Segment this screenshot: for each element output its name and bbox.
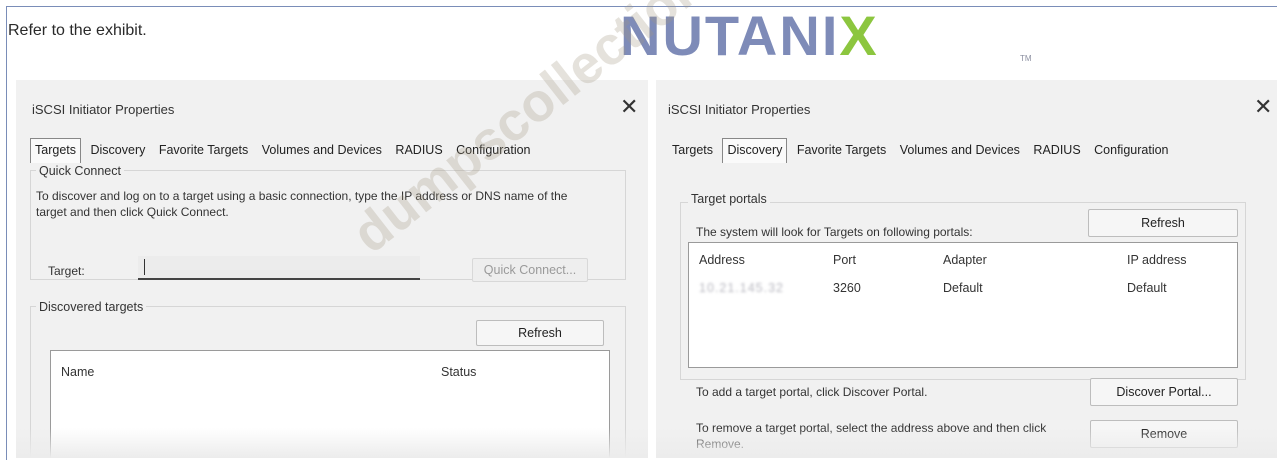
refresh-button[interactable]: Refresh [1088, 209, 1238, 237]
portal-port-cell[interactable]: 3260 [833, 281, 861, 295]
discover-portal-button[interactable]: Discover Portal... [1090, 378, 1238, 406]
target-portals-list[interactable]: Address Port Adapter IP address 10.21.14… [688, 242, 1238, 368]
bottom-fade [656, 428, 1277, 458]
logo-x-mark: X [839, 4, 879, 67]
discover-portal-hint: To add a target portal, click Discover P… [696, 385, 928, 399]
close-icon[interactable]: ✕ [620, 94, 638, 120]
refresh-button[interactable]: Refresh [476, 320, 604, 346]
tab-strip: Targets Discovery Favorite Targets Volum… [668, 138, 1175, 163]
window-title: iSCSI Initiator Properties [668, 102, 811, 117]
tab-targets[interactable]: Targets [30, 138, 81, 163]
nutanix-logo: NUTANIX TM [620, 6, 1040, 66]
target-portals-description: The system will look for Targets on foll… [696, 225, 973, 239]
column-ip-address[interactable]: IP address [1127, 253, 1187, 267]
tab-discovery[interactable]: Discovery [86, 139, 149, 161]
tab-configuration[interactable]: Configuration [452, 139, 534, 161]
discovered-targets-label: Discovered targets [36, 300, 147, 314]
tab-targets[interactable]: Targets [668, 139, 717, 161]
logo-text: NUTANIX [620, 6, 879, 66]
column-status[interactable]: Status [441, 365, 476, 379]
quick-connect-label: Quick Connect [36, 164, 124, 178]
window-title: iSCSI Initiator Properties [32, 102, 175, 117]
tab-radius[interactable]: RADIUS [391, 139, 446, 161]
column-adapter[interactable]: Adapter [943, 253, 987, 267]
quick-connect-description: To discover and log on to a target using… [36, 189, 568, 219]
target-label: Target: [48, 264, 85, 278]
target-input[interactable] [138, 256, 420, 280]
tab-volumes-and-devices[interactable]: Volumes and Devices [896, 139, 1024, 161]
iscsi-window-discovery: iSCSI Initiator Properties ✕ Targets Dis… [656, 80, 1277, 458]
portal-adapter-cell[interactable]: Default [943, 281, 983, 295]
intro-text: Refer to the exhibit. [8, 22, 147, 39]
tab-favorite-targets[interactable]: Favorite Targets [155, 139, 252, 161]
column-name[interactable]: Name [61, 365, 94, 379]
tab-strip: Targets Discovery Favorite Targets Volum… [30, 138, 537, 163]
logo-trademark: TM [1020, 54, 1032, 63]
logo-letters: NUTANI [620, 4, 840, 67]
portal-address-cell[interactable]: 10.21.145.32 [699, 281, 784, 295]
bottom-fade [16, 428, 648, 458]
column-port[interactable]: Port [833, 253, 856, 267]
close-icon[interactable]: ✕ [1254, 94, 1272, 120]
portal-ip-address-cell[interactable]: Default [1127, 281, 1167, 295]
tab-volumes-and-devices[interactable]: Volumes and Devices [258, 139, 386, 161]
column-address[interactable]: Address [699, 253, 745, 267]
text-caret [144, 259, 145, 275]
quick-connect-button[interactable]: Quick Connect... [472, 258, 588, 282]
tab-radius[interactable]: RADIUS [1029, 139, 1084, 161]
tab-favorite-targets[interactable]: Favorite Targets [793, 139, 890, 161]
target-portals-label: Target portals [688, 192, 770, 206]
iscsi-window-targets: iSCSI Initiator Properties ✕ Targets Dis… [16, 80, 648, 458]
tab-discovery[interactable]: Discovery [722, 138, 788, 163]
tab-configuration[interactable]: Configuration [1090, 139, 1172, 161]
